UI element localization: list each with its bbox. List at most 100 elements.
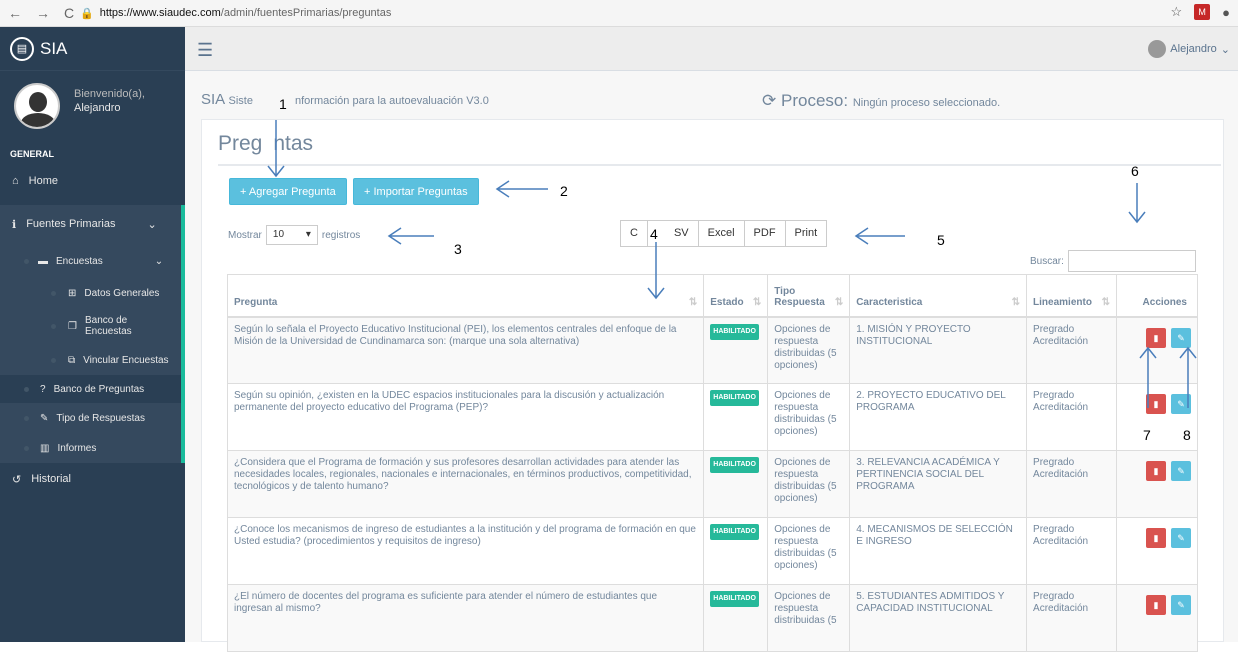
delete-button[interactable]: ▮ — [1146, 394, 1166, 414]
status-badge: HABILITADO — [710, 457, 759, 473]
user-menu[interactable]: Alejandro ⌄ — [1148, 40, 1230, 58]
trash-icon: ▮ — [1153, 332, 1159, 343]
delete-button[interactable]: ▮ — [1146, 461, 1166, 481]
book-icon: ▤ — [10, 36, 34, 61]
app-headline: SIA Siste nformación para la autoevaluaci… — [201, 91, 489, 108]
mostrar-label: Mostrar — [228, 229, 262, 241]
cell-tipo: Opciones de respuesta distribuidas (5 — [767, 584, 851, 652]
bullet-dot — [24, 415, 29, 421]
extension-icon[interactable]: M — [1194, 4, 1211, 20]
history-icon: ↺ — [12, 473, 22, 486]
delete-button[interactable]: ▮ — [1146, 528, 1166, 548]
sidebar-item-tipo-respuestas[interactable]: ✎ Tipo de Respuestas — [0, 403, 181, 433]
annotation-label: 2 — [560, 183, 568, 199]
cell-estado: HABILITADO — [703, 383, 769, 451]
sort-icon: ⇅ — [752, 296, 762, 308]
proceso-value: Ningún proceso seleccionado. — [852, 97, 1001, 109]
cell-pregunta: Según lo señala el Proyecto Educativo In… — [226, 316, 705, 384]
questions-table: Pregunta ⇅ Estado ⇅ Tipo Respuesta ⇅ Caract… — [226, 274, 1199, 652]
search-input[interactable] — [1067, 250, 1196, 272]
print-button[interactable]: Print — [785, 221, 827, 246]
app-name: SIA — [201, 91, 225, 108]
cell-estado: HABILITADO — [703, 517, 769, 585]
col-header-estado[interactable]: Estado ⇅ — [703, 274, 769, 318]
edit-button[interactable]: ✎ — [1171, 528, 1191, 548]
address-bar[interactable]: 🔒 https://www.siaudec.com/admin/fuentesP… — [80, 7, 391, 20]
add-question-button[interactable]: + Agregar Pregunta — [229, 178, 347, 205]
user-avatar — [1148, 40, 1167, 58]
app-desc-b: nformación para la autoevaluación V3.0 — [295, 95, 489, 107]
page-size-control: Mostrar 10 ▾ registros — [228, 225, 360, 245]
caret-icon: ▾ — [305, 229, 311, 240]
submenu: ▬ Encuestas ⌄ ⊞ Datos Generales ❐ Banco … — [0, 243, 185, 463]
section-title: GENERAL — [10, 149, 55, 159]
pencil-icon: ✎ — [1177, 533, 1185, 543]
copy-icon: ❐ — [68, 320, 77, 332]
edit-button[interactable]: ✎ — [1171, 595, 1191, 615]
app-desc-a: Siste — [228, 95, 253, 107]
chevron-down-icon: ⌄ — [1220, 43, 1230, 56]
cell-caracteristica: 1. MISIÓN Y PROYECTO INSTITUCIONAL — [849, 316, 1028, 384]
welcome-text: Bienvenido(a), — [74, 88, 145, 100]
col-header-pregunta[interactable]: Pregunta ⇅ — [226, 274, 705, 318]
chevron-down-icon: ⌄ — [147, 218, 157, 231]
sidebar-item-banco-encuestas[interactable]: ❐ Banco de Encuestas — [0, 307, 181, 345]
col-header-lineamiento[interactable]: Lineamiento ⇅ — [1026, 274, 1117, 318]
sort-icon: ⇅ — [1101, 296, 1110, 308]
sidebar-item-label: Home — [28, 175, 58, 187]
cell-lineamiento: Pregrado Acreditación — [1026, 383, 1117, 451]
edit-button[interactable]: ✎ — [1171, 327, 1191, 348]
cell-pregunta: Según su opinión, ¿existen en la UDEC es… — [226, 383, 705, 451]
export-csv-button-partial[interactable]: C — [621, 221, 648, 246]
proceso-label: Proceso: — [780, 91, 849, 110]
edit-button[interactable]: ✎ — [1171, 461, 1191, 481]
search-control: Buscar: — [1030, 250, 1196, 272]
export-pdf-button[interactable]: PDF — [744, 221, 786, 246]
edit-button[interactable]: ✎ — [1171, 394, 1191, 414]
cell-pregunta: ¿El número de docentes del programa es s… — [226, 584, 705, 652]
edit-icon: ✎ — [40, 412, 49, 424]
annotation-label: 1 — [279, 96, 287, 112]
bullet-dot — [24, 445, 29, 451]
delete-button[interactable]: ▮ — [1146, 327, 1166, 348]
reload-icon[interactable]: C — [64, 5, 74, 21]
sidebar-item-vincular-encuestas[interactable]: ⧉ Vincular Encuestas — [0, 345, 181, 375]
grid-icon: ⊞ — [68, 287, 77, 299]
menu-toggle-icon[interactable]: ☰ — [197, 40, 213, 61]
delete-button[interactable]: ▮ — [1146, 595, 1166, 615]
chevron-down-icon: ⌄ — [154, 255, 164, 267]
bullet-dot — [24, 258, 29, 264]
page-title: Preg ntas — [218, 132, 313, 156]
back-icon[interactable]: ← — [8, 5, 22, 21]
chart-icon: ▥ — [40, 442, 50, 454]
cell-pregunta: ¿Conoce los mecanismos de ingreso de est… — [226, 517, 705, 585]
brand[interactable]: ▤ SIA — [0, 27, 185, 71]
import-questions-button[interactable]: + Importar Preguntas — [353, 178, 479, 205]
star-icon[interactable]: ☆ — [1170, 4, 1182, 20]
bullet-dot — [51, 290, 56, 296]
page-size-value: 10 — [272, 229, 285, 240]
cell-acciones: ▮ ✎ — [1115, 450, 1199, 518]
cell-lineamiento: Pregrado Acreditación — [1026, 450, 1117, 518]
sidebar-item-encuestas[interactable]: ▬ Encuestas ⌄ — [0, 243, 181, 279]
table-row: ¿Considera que el Programa de formación … — [226, 450, 1199, 518]
annotation-label: 6 — [1131, 163, 1139, 179]
sidebar-item-informes[interactable]: ▥ Informes — [0, 433, 181, 463]
sidebar-item-historial[interactable]: ↺ Historial — [0, 463, 185, 495]
page-size-select[interactable]: 10 ▾ — [265, 225, 318, 245]
pencil-icon: ✎ — [1177, 399, 1185, 409]
cell-caracteristica: 4. MECANISMOS DE SELECCIÓN E INGRESO — [849, 517, 1028, 585]
sidebar-item-banco-preguntas[interactable]: ? Banco de Preguntas — [0, 375, 181, 403]
col-header-tipo-respuesta[interactable]: Tipo Respuesta ⇅ — [767, 274, 851, 318]
sidebar-item-home[interactable]: ⌂ Home — [0, 165, 185, 197]
export-excel-button[interactable]: Excel — [698, 221, 745, 246]
sidebar-item-datos-generales[interactable]: ⊞ Datos Generales — [0, 279, 181, 307]
status-badge: HABILITADO — [710, 591, 759, 607]
account-icon[interactable]: ● — [1222, 5, 1230, 20]
bullet-dot — [24, 386, 29, 392]
annotation-label: 4 — [650, 226, 658, 242]
status-badge: HABILITADO — [710, 323, 759, 340]
forward-icon[interactable]: → — [36, 5, 50, 21]
sidebar-item-fuentes-primarias[interactable]: ℹ Fuentes Primarias ⌄ — [0, 205, 185, 243]
col-header-caracteristica[interactable]: Caracteristica ⇅ — [849, 274, 1028, 318]
